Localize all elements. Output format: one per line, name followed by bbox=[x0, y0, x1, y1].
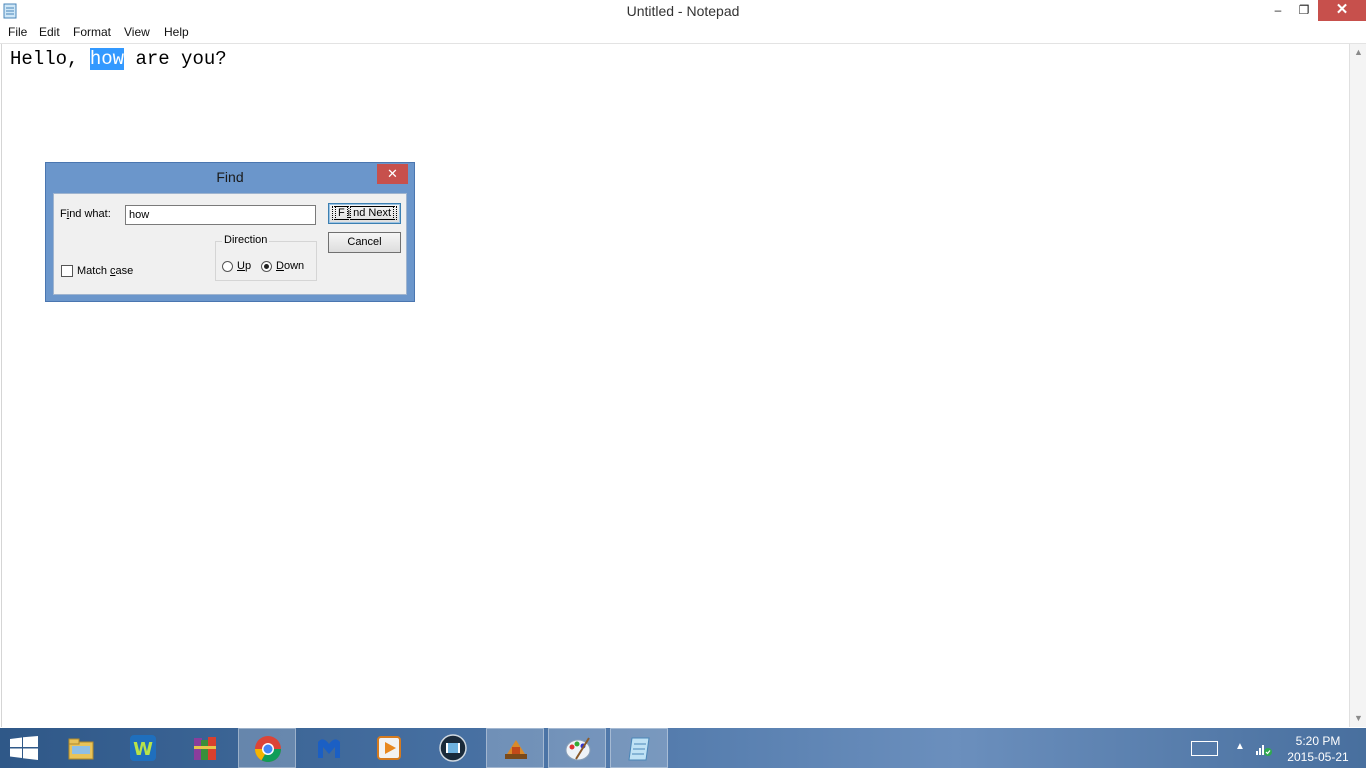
window-title: Untitled - Notepad bbox=[0, 3, 1366, 19]
cancel-button[interactable]: Cancel bbox=[328, 232, 401, 253]
svg-text:W: W bbox=[133, 739, 153, 760]
taskbar: W bbox=[0, 728, 1366, 768]
taskbar-desktop-app[interactable] bbox=[486, 728, 544, 768]
video-editor-icon bbox=[439, 734, 467, 762]
text-editor[interactable]: Hello, how are you? bbox=[1, 44, 1350, 727]
find-dialog-body: Find what: Find Next Cancel Direction Up… bbox=[53, 193, 407, 295]
find-next-button[interactable]: Find Next bbox=[328, 203, 401, 224]
system-clock[interactable]: 5:20 PM 2015-05-21 bbox=[1285, 733, 1351, 765]
winrar-icon bbox=[191, 734, 219, 762]
menu-format[interactable]: Format bbox=[73, 25, 111, 39]
scroll-up-arrow-icon[interactable]: ▲ bbox=[1350, 44, 1366, 61]
taskbar-file-explorer[interactable] bbox=[52, 728, 110, 768]
direction-group: Direction Up Down bbox=[215, 241, 317, 281]
file-explorer-icon bbox=[67, 734, 95, 762]
match-case-label[interactable]: Match case bbox=[77, 265, 133, 277]
direction-up-radio[interactable] bbox=[222, 261, 233, 272]
restore-button[interactable]: ❐ bbox=[1291, 0, 1317, 21]
touch-keyboard-icon[interactable] bbox=[1191, 741, 1218, 756]
text-before-selection: Hello, bbox=[10, 48, 90, 70]
find-dialog-title: Find bbox=[46, 169, 414, 185]
wps-writer-icon: W bbox=[129, 734, 157, 762]
scroll-down-arrow-icon[interactable]: ▼ bbox=[1350, 710, 1366, 727]
menu-view[interactable]: View bbox=[124, 25, 150, 39]
find-what-input[interactable] bbox=[125, 205, 316, 225]
start-icon bbox=[10, 736, 38, 760]
selected-text: how bbox=[90, 48, 124, 70]
find-what-label: Find what: bbox=[60, 208, 111, 220]
taskbar-media-player[interactable] bbox=[360, 728, 418, 768]
desktop-app-icon bbox=[502, 735, 530, 763]
clock-time: 5:20 PM bbox=[1285, 733, 1351, 749]
notepad-icon bbox=[626, 735, 654, 763]
text-after-selection: are you? bbox=[124, 48, 227, 70]
taskbar-wps-writer[interactable]: W bbox=[114, 728, 172, 768]
taskbar-malwarebytes[interactable] bbox=[300, 728, 358, 768]
direction-up-label[interactable]: Up bbox=[237, 260, 251, 272]
vertical-scrollbar[interactable]: ▲ ▼ bbox=[1349, 44, 1366, 727]
network-icon[interactable] bbox=[1255, 739, 1273, 757]
close-button[interactable]: ✕ bbox=[1318, 0, 1366, 21]
chrome-icon bbox=[254, 735, 282, 763]
direction-down-label[interactable]: Down bbox=[276, 260, 304, 272]
editor-content[interactable]: Hello, how are you? bbox=[10, 48, 227, 70]
menu-bar: File Edit Format View Help bbox=[0, 23, 1366, 44]
media-player-icon bbox=[375, 734, 403, 762]
direction-label: Direction bbox=[222, 234, 269, 246]
menu-edit[interactable]: Edit bbox=[39, 25, 60, 39]
minimize-button[interactable]: – bbox=[1265, 0, 1291, 21]
direction-down-radio[interactable] bbox=[261, 261, 272, 272]
title-bar: Untitled - Notepad – ❐ ✕ bbox=[0, 0, 1366, 23]
paint-icon bbox=[564, 735, 592, 763]
find-dialog-close-button[interactable]: ✕ bbox=[377, 164, 408, 184]
taskbar-chrome[interactable] bbox=[238, 728, 296, 768]
malwarebytes-icon bbox=[315, 734, 343, 762]
find-dialog: Find ✕ Find what: Find Next Cancel Direc… bbox=[45, 162, 415, 302]
taskbar-notepad[interactable] bbox=[610, 728, 668, 768]
show-hidden-icons-icon[interactable]: ▲ bbox=[1235, 741, 1245, 752]
clock-date: 2015-05-21 bbox=[1285, 749, 1351, 765]
menu-file[interactable]: File bbox=[8, 25, 27, 39]
start-button[interactable] bbox=[0, 728, 58, 768]
match-case-checkbox[interactable] bbox=[61, 265, 73, 277]
menu-help[interactable]: Help bbox=[164, 25, 189, 39]
taskbar-winrar[interactable] bbox=[176, 728, 234, 768]
taskbar-video-editor[interactable] bbox=[424, 728, 482, 768]
taskbar-paint[interactable] bbox=[548, 728, 606, 768]
